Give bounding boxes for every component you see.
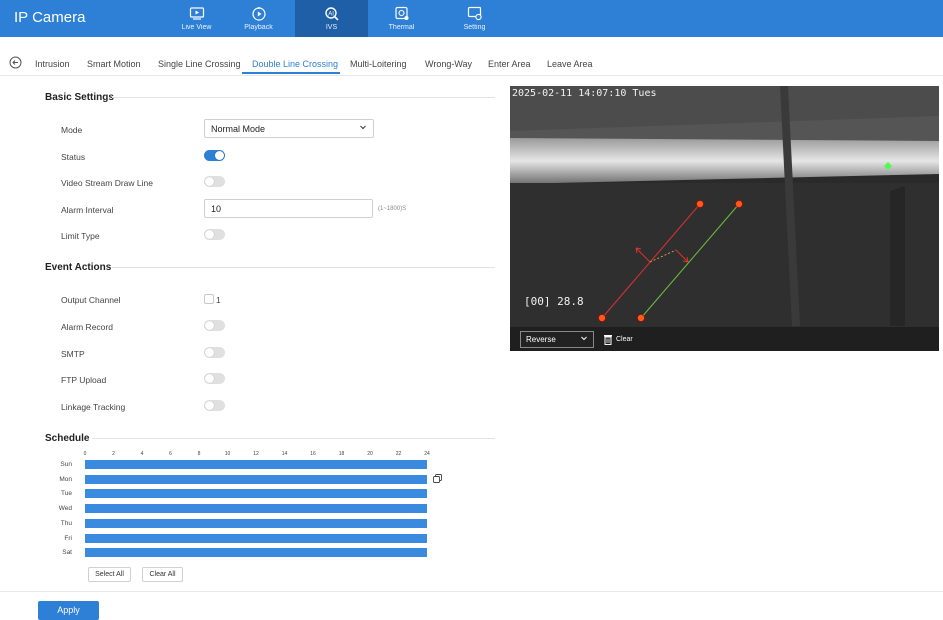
- output-channel-label: Output Channel: [61, 295, 121, 305]
- live-view-icon: [189, 7, 204, 20]
- chevron-down-icon: [581, 336, 587, 341]
- schedule-title: Schedule: [45, 433, 90, 444]
- schedule-day-label: Thu: [60, 519, 72, 527]
- schedule-day-label: Mon: [59, 475, 72, 483]
- tab-leave-area[interactable]: Leave Area: [547, 59, 593, 69]
- schedule-hour-label: 12: [253, 451, 259, 457]
- select-all-button[interactable]: Select All: [88, 567, 131, 582]
- alarm-record-toggle[interactable]: [204, 320, 225, 331]
- schedule-day-label: Tue: [61, 490, 72, 498]
- playback-icon: [251, 7, 266, 21]
- clear-button[interactable]: Clear: [616, 336, 633, 343]
- schedule-hour-label: 8: [197, 451, 201, 457]
- setting-icon: [467, 6, 482, 21]
- output-channel-checkbox[interactable]: [204, 294, 214, 304]
- schedule-hour-label: 18: [338, 451, 345, 457]
- alarm-interval-input[interactable]: 10: [204, 199, 373, 218]
- tab-single-line-crossing[interactable]: Single Line Crossing: [158, 59, 241, 69]
- schedule-day-bar[interactable]: [85, 474, 427, 484]
- linkage-tracking-label: Linkage Tracking: [61, 402, 126, 412]
- event-actions-title: Event Actions: [45, 262, 112, 273]
- nav-thermal-label: Thermal: [388, 24, 415, 31]
- linkage-tracking-toggle[interactable]: [204, 400, 225, 411]
- tab-multi-loitering[interactable]: Multi-Loitering: [350, 59, 407, 69]
- tab-smart-motion[interactable]: Smart Motion: [87, 59, 141, 69]
- schedule-hour-label: 6: [169, 451, 172, 457]
- limit-type-label: Limit Type: [61, 231, 100, 241]
- schedule-day-bar[interactable]: [85, 504, 427, 514]
- schedule-divider: [92, 438, 495, 439]
- output-channel-value: 1: [216, 295, 221, 305]
- tab-enter-area[interactable]: Enter Area: [488, 59, 531, 69]
- trash-icon[interactable]: [603, 334, 613, 345]
- basic-settings-title: Basic Settings: [45, 92, 114, 103]
- schedule-day-label: Sun: [60, 461, 72, 468]
- schedule-day-bar[interactable]: [85, 460, 427, 469]
- svg-text:AI: AI: [328, 12, 334, 18]
- schedule-day-label: Wed: [58, 505, 72, 513]
- mode-select[interactable]: Normal Mode: [204, 119, 374, 138]
- schedule-hour-label: 22: [395, 451, 402, 457]
- apply-button[interactable]: Apply: [38, 601, 99, 620]
- mode-label: Mode: [61, 125, 83, 135]
- schedule-hour-label: 10: [224, 451, 231, 457]
- smtp-toggle[interactable]: [204, 347, 225, 358]
- nav-playback[interactable]: Playback: [222, 0, 295, 37]
- smtp-label: SMTP: [61, 349, 85, 359]
- schedule-hour-label: 2: [112, 451, 115, 457]
- tab-wrong-way[interactable]: Wrong-Way: [425, 59, 472, 69]
- mode-select-value: Normal Mode: [211, 124, 266, 134]
- event-actions-divider: [112, 267, 495, 268]
- tab-intrusion[interactable]: Intrusion: [35, 59, 70, 69]
- status-toggle[interactable]: [204, 150, 225, 161]
- status-label: Status: [61, 152, 86, 162]
- schedule-day-label: Sat: [62, 549, 72, 557]
- app-title: IP Camera: [14, 9, 86, 26]
- clear-all-button[interactable]: Clear All: [142, 567, 183, 582]
- video-stream-draw-line-toggle[interactable]: [204, 176, 225, 187]
- thermal-scene: [510, 86, 939, 327]
- chevron-down-icon: [360, 125, 366, 130]
- nav-ivs[interactable]: AI IVS: [295, 0, 368, 37]
- ivs-icon: AI: [324, 7, 339, 21]
- nav-setting-label: Setting: [463, 24, 486, 31]
- schedule-day-bar[interactable]: [85, 489, 427, 499]
- alarm-interval-value: 10: [211, 204, 222, 214]
- schedule-hour-label: 20: [367, 451, 373, 457]
- ftp-upload-label: FTP Upload: [61, 375, 107, 385]
- nav-playback-label: Playback: [244, 24, 273, 31]
- back-arrow-icon[interactable]: [9, 56, 22, 69]
- tab-double-line-crossing[interactable]: Double Line Crossing: [252, 59, 338, 69]
- schedule-hour-label: 24: [424, 451, 430, 457]
- nav-thermal[interactable]: Thermal: [365, 0, 438, 37]
- alarm-interval-hint: (1~1800)S: [378, 206, 407, 212]
- schedule-day-bar[interactable]: [85, 533, 427, 543]
- tabs-divider: [0, 75, 943, 76]
- alarm-interval-label: Alarm Interval: [61, 205, 114, 215]
- schedule-day-label: Fri: [64, 534, 72, 542]
- video-preview[interactable]: 2025-02-11 14:07:10 Tues [00] 28.8: [510, 86, 939, 327]
- nav-setting[interactable]: Setting: [438, 0, 511, 37]
- osd-temperature: [00] 28.8: [524, 295, 584, 308]
- schedule-hour-label: 0: [83, 451, 87, 457]
- nav-ivs-label: IVS: [325, 24, 338, 31]
- ftp-upload-toggle[interactable]: [204, 373, 225, 384]
- osd-timestamp: 2025-02-11 14:07:10 Tues: [512, 88, 657, 99]
- video-stream-draw-line-label: Video Stream Draw Line: [61, 178, 153, 188]
- schedule-day-bar[interactable]: [85, 548, 427, 558]
- schedule-day-bar[interactable]: [85, 518, 427, 528]
- top-nav-bar: IP Camera Live View Playback AI IVS Ther…: [0, 0, 943, 37]
- copy-icon[interactable]: [433, 474, 442, 483]
- direction-select-value: Reverse: [526, 335, 556, 344]
- thermal-icon: [394, 6, 408, 20]
- schedule-hour-label: 16: [310, 451, 316, 457]
- basic-settings-divider: [112, 97, 495, 98]
- limit-type-toggle[interactable]: [204, 229, 225, 240]
- active-tab-indicator: [242, 72, 340, 74]
- schedule-hour-label: 4: [140, 451, 144, 457]
- direction-select[interactable]: Reverse: [520, 331, 594, 348]
- schedule-hour-label: 14: [281, 451, 288, 457]
- alarm-record-label: Alarm Record: [61, 322, 113, 332]
- footer-divider: [0, 591, 943, 592]
